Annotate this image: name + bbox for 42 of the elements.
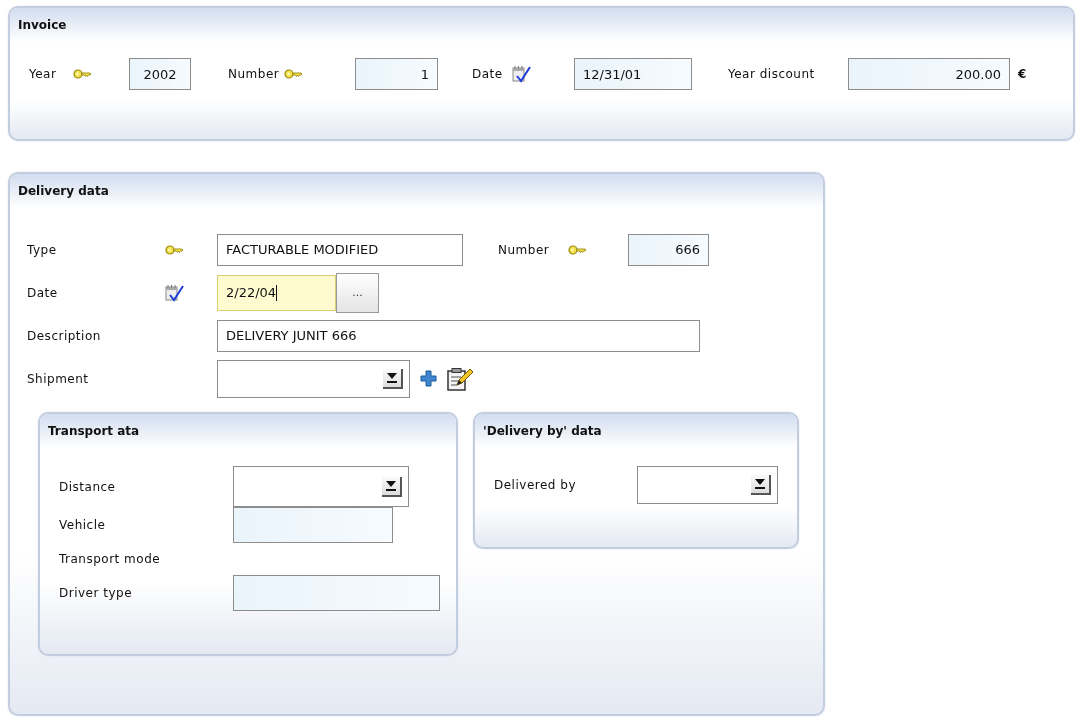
- field-label: Description: [27, 328, 102, 343]
- picker-button[interactable]: ...: [336, 272, 379, 313]
- field-label: Date: [27, 285, 59, 300]
- caret-icon: [387, 372, 397, 383]
- field-label: Driver type: [59, 586, 134, 600]
- calendar-check-icon: [512, 65, 531, 83]
- panel-title: Invoice: [10, 8, 1073, 42]
- text-field[interactable]: FACTURABLE MODIFIED: [217, 233, 463, 266]
- text-field[interactable]: [233, 507, 393, 543]
- field-label: Year discount: [728, 67, 816, 81]
- text-field[interactable]: 200.00: [848, 58, 1010, 90]
- panel-title: 'Delivery by' data: [475, 414, 797, 448]
- calendar-check-icon: [165, 283, 184, 302]
- dropdown-field[interactable]: [637, 466, 778, 504]
- field-label: Number: [228, 67, 281, 81]
- date-field[interactable]: 12/31/01: [574, 58, 692, 90]
- caret-icon: [386, 480, 396, 491]
- caret-icon: [755, 479, 765, 489]
- field-label: Year: [29, 67, 58, 81]
- dropdown-button[interactable]: [382, 476, 402, 497]
- date-field[interactable]: 2/22/04: [217, 274, 336, 311]
- text-cursor: [276, 284, 278, 301]
- panel-title: Delivery data: [10, 174, 823, 208]
- field-label: Transport mode: [59, 552, 162, 566]
- field-label: Shipment: [27, 371, 90, 386]
- field-label: Distance: [59, 479, 117, 494]
- dropdown-field[interactable]: [217, 359, 410, 398]
- dropdown-button[interactable]: [751, 475, 771, 495]
- field-label: Vehicle: [59, 518, 107, 532]
- dropdown-field[interactable]: [233, 466, 409, 507]
- panel-title: Transport ata: [40, 414, 456, 448]
- dropdown-button[interactable]: [383, 368, 403, 389]
- text-field[interactable]: 2002: [129, 58, 191, 90]
- text-field[interactable]: 666: [628, 233, 709, 266]
- text-field[interactable]: [233, 575, 440, 611]
- field-label: Number: [498, 242, 551, 257]
- field-label: Type: [27, 242, 58, 257]
- field-label: Date: [472, 67, 504, 81]
- currency-symbol: €: [1018, 67, 1027, 81]
- text-field[interactable]: 1: [355, 58, 438, 90]
- field-label: Delivered by: [494, 478, 577, 492]
- text-field[interactable]: DELIVERY JUNIT 666: [217, 319, 700, 352]
